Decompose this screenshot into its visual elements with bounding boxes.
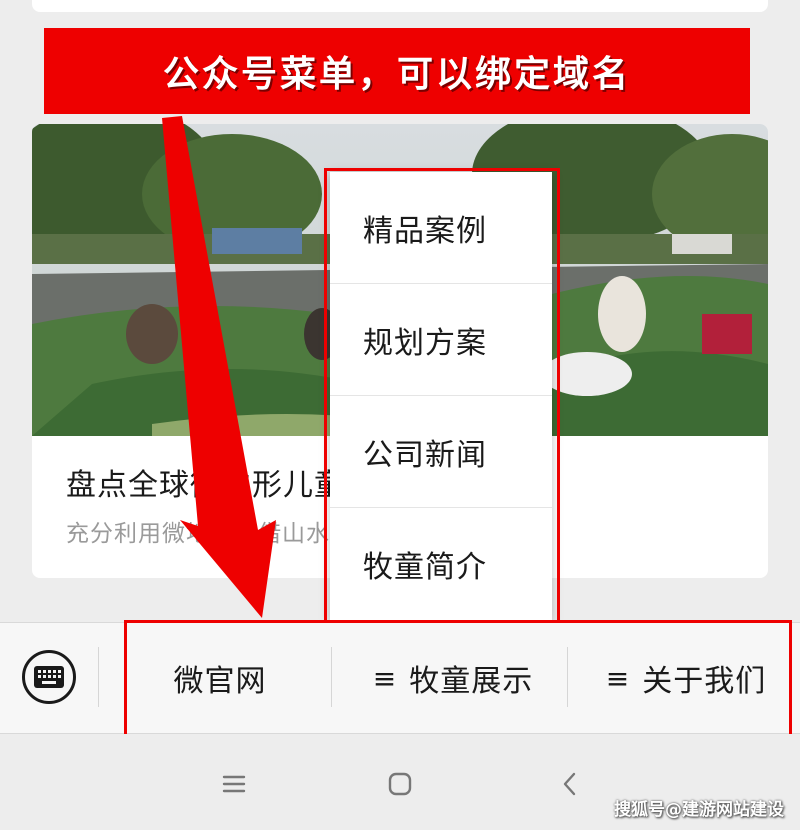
divider — [98, 647, 99, 707]
submenu-popup: 精品案例 规划方案 公司新闻 牧童简介 — [330, 172, 552, 622]
submenu-item-news[interactable]: 公司新闻 — [330, 396, 552, 508]
submenu-indicator-icon: ≡ — [605, 661, 631, 695]
menu-tab-label: 牧童展示 — [409, 664, 534, 699]
annotation-banner: 公众号菜单，可以绑定域名 — [44, 28, 750, 114]
menu-lines-icon — [222, 775, 246, 793]
menu-tab-about-us[interactable]: ≡ 关于我们 — [576, 623, 796, 733]
submenu-item-intro[interactable]: 牧童简介 — [330, 508, 552, 620]
recent-apps-button[interactable] — [214, 764, 254, 804]
divider — [331, 647, 332, 707]
submenu-item-plans[interactable]: 规划方案 — [330, 284, 552, 396]
home-square-icon — [388, 772, 412, 796]
submenu-indicator-icon: ≡ — [372, 661, 398, 695]
official-account-menu-bar: 微官网 ≡ 牧童展示 ≡ 关于我们 — [0, 622, 800, 734]
divider — [567, 647, 568, 707]
back-chevron-icon — [563, 772, 576, 796]
menu-tab-label: 关于我们 — [642, 664, 767, 699]
keyboard-icon — [34, 666, 64, 688]
keyboard-toggle-button[interactable] — [22, 650, 76, 704]
menu-tab-showcase[interactable]: ≡ 牧童展示 — [340, 623, 566, 733]
watermark: 搜狐号@建游网站建设 — [614, 800, 784, 820]
previous-article-card[interactable] — [32, 0, 768, 12]
annotation-banner-text: 公众号菜单，可以绑定域名 — [162, 54, 631, 95]
menu-tab-micro-site[interactable]: 微官网 — [110, 623, 330, 733]
back-button[interactable] — [550, 764, 590, 804]
submenu-item-cases[interactable]: 精品案例 — [330, 172, 552, 284]
menu-tab-label: 微官网 — [173, 664, 267, 699]
home-button[interactable] — [380, 764, 420, 804]
